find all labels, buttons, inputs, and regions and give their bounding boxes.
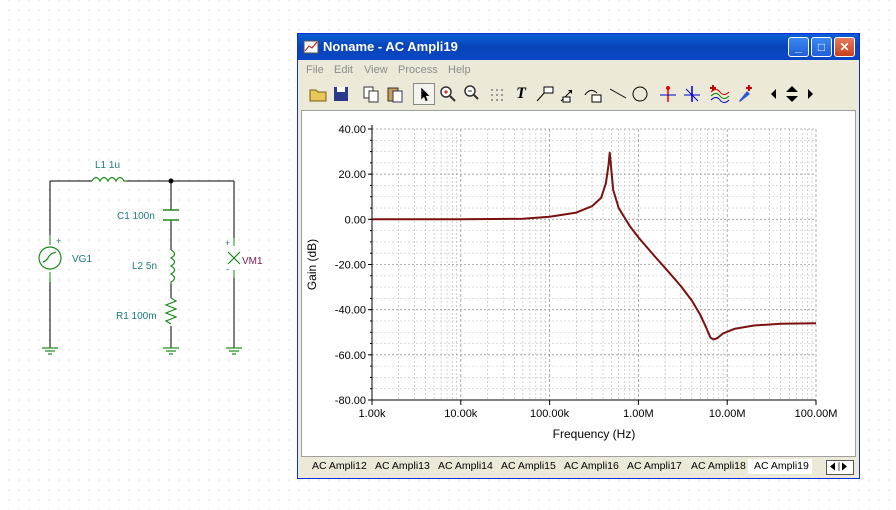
arrow-updown-icon[interactable] — [782, 83, 802, 105]
arrow-right-icon[interactable] — [803, 83, 817, 105]
menu-help[interactable]: Help — [448, 64, 471, 76]
y-tick-label: 0.00 — [345, 214, 366, 226]
vm1-minus: - — [226, 264, 229, 274]
inductor-l1[interactable] — [91, 176, 127, 183]
voltage-generator-vg1[interactable] — [38, 246, 62, 270]
gain-chart[interactable]: 40.0020.000.00-20.00-40.00-60.00-80.001.… — [302, 111, 855, 456]
x-tick-label: 1.00M — [623, 408, 654, 420]
grid-icon[interactable] — [486, 83, 508, 105]
l1-label: L1 1u — [95, 160, 120, 171]
y-axis-label: Gain (dB) — [305, 239, 319, 290]
zoom-100-icon[interactable] — [461, 83, 483, 105]
tab-ac-ampli15[interactable]: AC Ampli15 — [495, 459, 558, 474]
x-axis-label: Frequency (Hz) — [553, 427, 636, 441]
circuit-schematic: L1 1u C1 100n L2 5n R1 100m VG1 VM1 + + … — [38, 160, 263, 355]
ellipse-icon[interactable] — [629, 83, 651, 105]
tab-strip: AC Ampli12 AC Ampli13 AC Ampli14 AC Ampli15… — [301, 459, 856, 476]
x-tick-label: 10.00M — [709, 408, 746, 420]
tab-scroll-buttons[interactable] — [826, 460, 854, 475]
close-button[interactable]: ✕ — [834, 37, 855, 57]
menu-bar: File Edit View Process Help — [298, 60, 859, 80]
cursor-a-icon[interactable] — [657, 83, 679, 105]
y-tick-label: -20.00 — [335, 260, 366, 272]
x-tick-label: 100.00k — [530, 408, 570, 420]
y-tick-label: -40.00 — [335, 305, 366, 317]
x-tick-label: 10.00k — [444, 408, 478, 420]
app-chart-icon — [303, 40, 319, 54]
l2-label: L2 5n — [132, 261, 157, 272]
minimize-button[interactable]: _ — [788, 37, 809, 57]
y-tick-label: 20.00 — [338, 169, 366, 181]
tab-ac-ampli13[interactable]: AC Ampli13 — [369, 459, 432, 474]
r1-label: R1 100m — [116, 311, 157, 322]
arrow-left-icon[interactable] — [767, 83, 781, 105]
x-tick-label: 100.00M — [795, 408, 838, 420]
marker-icon[interactable] — [733, 83, 755, 105]
capacitor-c1[interactable] — [163, 209, 179, 221]
open-folder-icon[interactable] — [307, 83, 329, 105]
tab-ac-ampli12[interactable]: AC Ampli12 — [306, 459, 369, 474]
junction-dot — [168, 178, 174, 184]
text-icon[interactable]: T — [510, 83, 532, 105]
c1-label: C1 100n — [117, 211, 155, 222]
zoom-in-icon[interactable] — [437, 83, 459, 105]
curves-icon[interactable] — [709, 83, 731, 105]
menu-file[interactable]: File — [306, 64, 324, 76]
cursor-b-icon[interactable] — [681, 83, 703, 105]
menu-edit[interactable]: Edit — [334, 64, 353, 76]
arrow-label-icon[interactable] — [558, 83, 580, 105]
voltmeter-vm1[interactable] — [227, 251, 241, 265]
window-title: Noname - AC Ampli19 — [323, 39, 458, 54]
tab-ac-ampli17[interactable]: AC Ampli17 — [621, 459, 685, 474]
tab-ac-ampli14[interactable]: AC Ampli14 — [432, 459, 495, 474]
line-icon[interactable] — [607, 83, 629, 105]
x-tick-label: 1.00k — [359, 408, 386, 420]
title-bar[interactable]: Noname - AC Ampli19 _ □ ✕ — [298, 34, 859, 60]
maximize-button[interactable]: □ — [811, 37, 832, 57]
plot-area[interactable]: 40.00 20.00 0.00 -20.00 -40.00 -60.00 -80.00 1.… — [301, 110, 856, 457]
vm1-plus: + — [225, 238, 230, 248]
menu-view[interactable]: View — [364, 64, 388, 76]
label-icon[interactable] — [534, 83, 556, 105]
vg1-label: VG1 — [72, 254, 92, 265]
menu-process[interactable]: Process — [398, 64, 438, 76]
pointer-icon[interactable] — [413, 83, 435, 105]
gain-curve[interactable] — [372, 151, 817, 341]
inductor-l2[interactable] — [169, 249, 176, 284]
tab-ac-ampli16[interactable]: AC Ampli16 — [558, 459, 621, 474]
y-tick-label: -80.00 — [335, 395, 366, 407]
tab-ac-ampli18[interactable]: AC Ampli18 — [685, 459, 748, 474]
y-tick-label: 40.00 — [338, 124, 366, 136]
resistor-r1[interactable] — [164, 297, 178, 325]
save-icon[interactable] — [330, 83, 352, 105]
vg1-plus: + — [56, 236, 61, 246]
ground-symbol — [42, 347, 242, 355]
axis-label-icon[interactable] — [582, 83, 604, 105]
copy-icon[interactable] — [360, 83, 382, 105]
tab-ac-ampli19[interactable]: AC Ampli19 — [748, 459, 812, 474]
vm1-label: VM1 — [242, 256, 263, 267]
paste-icon[interactable] — [384, 83, 406, 105]
y-tick-label: -60.00 — [335, 350, 366, 362]
toolbar: T — [298, 80, 859, 110]
ac-analysis-window[interactable]: Noname - AC Ampli19 _ □ ✕ File Edit View… — [297, 33, 860, 479]
